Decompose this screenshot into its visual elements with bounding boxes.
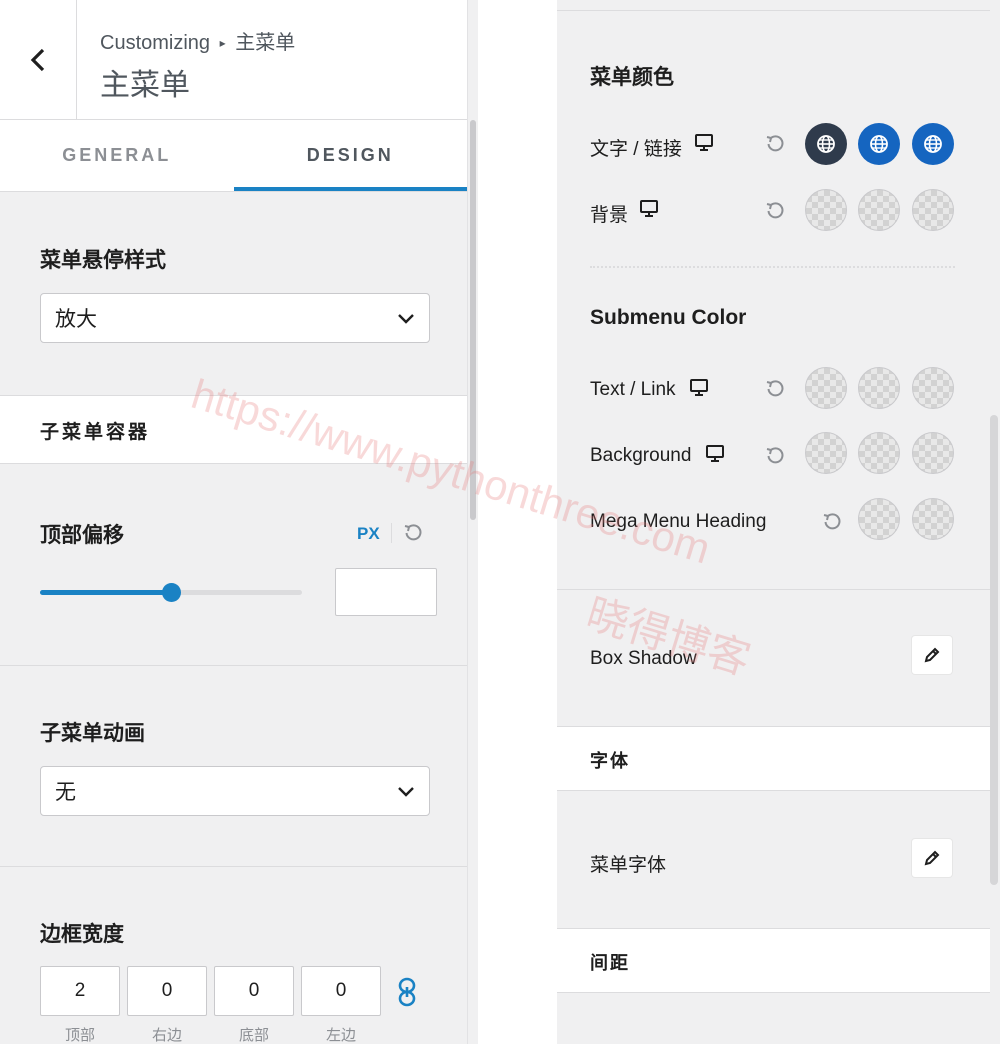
border-top-input[interactable]: 2: [40, 966, 120, 1016]
submenu-color-heading: Submenu Color: [590, 306, 747, 329]
left-scrollbar-thumb[interactable]: [470, 120, 476, 520]
desktop-icon[interactable]: [694, 133, 714, 153]
reset-icon[interactable]: [403, 523, 423, 543]
border-bottom-input[interactable]: 0: [214, 966, 294, 1016]
submenu-background-color-hover[interactable]: [858, 432, 900, 474]
breadcrumb: Customizing ▸ 主菜单: [100, 26, 295, 55]
border-bottom-caption: 底部: [238, 1027, 269, 1044]
border-left-caption: 左边: [325, 1027, 356, 1044]
text-link-color-hover[interactable]: [858, 123, 900, 165]
submenu-container-label: 子菜单容器: [40, 422, 151, 443]
breadcrumb-current: 主菜单: [235, 32, 296, 54]
pencil-icon: [924, 647, 940, 663]
right-scrollbar-thumb[interactable]: [990, 415, 998, 885]
desktop-icon[interactable]: [639, 199, 659, 219]
submenu-text-color-active[interactable]: [912, 367, 954, 409]
hover-style-value: 放大: [55, 308, 97, 331]
menu-font-edit-button[interactable]: [912, 839, 952, 877]
desktop-icon[interactable]: [705, 444, 725, 464]
slider-fill: [40, 590, 171, 595]
menu-font-label: 菜单字体: [590, 855, 667, 876]
reset-icon[interactable]: [765, 379, 785, 399]
chevron-down-icon: [398, 314, 414, 324]
divider: [0, 866, 467, 867]
link-icon[interactable]: [397, 977, 417, 1007]
mega-menu-color-hover[interactable]: [912, 498, 954, 540]
background-color-active[interactable]: [912, 189, 954, 231]
border-right-input[interactable]: 0: [127, 966, 207, 1016]
pencil-icon: [924, 850, 940, 866]
tab-design[interactable]: DESIGN: [233, 120, 467, 191]
tab-bar: GENERAL DESIGN: [0, 120, 467, 192]
border-width-label: 边框宽度: [40, 923, 124, 946]
hover-style-label: 菜单悬停样式: [40, 249, 166, 272]
top-offset-input[interactable]: [335, 568, 437, 616]
chevron-down-icon: [398, 787, 414, 797]
submenu-container-section[interactable]: 子菜单容器: [0, 395, 467, 464]
customizer-left-panel: Customizing ▸ 主菜单 主菜单 GENERAL DESIGN 菜单悬…: [0, 0, 478, 1044]
submenu-background-label: Background: [590, 445, 692, 466]
box-shadow-label: Box Shadow: [590, 648, 697, 669]
globe-icon: [870, 135, 888, 153]
tab-general[interactable]: GENERAL: [0, 120, 234, 191]
spacing-section-label: 间距: [590, 953, 630, 973]
submenu-text-link-label: Text / Link: [590, 379, 676, 400]
chevron-left-icon: [30, 48, 45, 72]
reset-icon[interactable]: [765, 134, 785, 154]
border-right-caption: 右边: [151, 1027, 182, 1044]
unit-px[interactable]: PX: [357, 524, 380, 544]
font-section[interactable]: 字体: [557, 726, 990, 791]
top-offset-label: 顶部偏移: [40, 524, 124, 547]
text-link-color-active[interactable]: [912, 123, 954, 165]
text-link-label: 文字 / 链接: [590, 139, 682, 160]
submenu-animation-value: 无: [55, 781, 76, 804]
reset-icon[interactable]: [765, 201, 785, 221]
submenu-background-color-active[interactable]: [912, 432, 954, 474]
breadcrumb-root: Customizing: [100, 32, 211, 54]
spacing-section[interactable]: 间距: [557, 928, 990, 993]
divider: [557, 10, 990, 11]
reset-icon[interactable]: [822, 512, 842, 532]
submenu-text-color-normal[interactable]: [805, 367, 847, 409]
top-offset-slider[interactable]: [40, 583, 302, 602]
border-top-caption: 顶部: [64, 1027, 95, 1044]
reset-icon[interactable]: [765, 446, 785, 466]
breadcrumb-arrow: ▸: [219, 36, 226, 50]
submenu-animation-select[interactable]: 无: [40, 766, 430, 816]
text-link-color-normal[interactable]: [805, 123, 847, 165]
submenu-text-color-hover[interactable]: [858, 367, 900, 409]
mega-menu-heading-label: Mega Menu Heading: [590, 511, 767, 532]
globe-icon: [817, 135, 835, 153]
divider: [557, 589, 990, 590]
submenu-background-color-normal[interactable]: [805, 432, 847, 474]
back-button[interactable]: [0, 0, 77, 120]
mega-menu-color-normal[interactable]: [858, 498, 900, 540]
menu-color-heading: 菜单颜色: [590, 66, 674, 89]
box-shadow-edit-button[interactable]: [912, 636, 952, 674]
hover-style-select[interactable]: 放大: [40, 293, 430, 343]
background-color-normal[interactable]: [805, 189, 847, 231]
border-left-input[interactable]: 0: [301, 966, 381, 1016]
desktop-icon[interactable]: [689, 378, 709, 398]
dotted-divider: [590, 266, 955, 268]
unit-divider: [391, 523, 392, 543]
page-title: 主菜单: [100, 69, 190, 102]
background-color-hover[interactable]: [858, 189, 900, 231]
customizer-header: Customizing ▸ 主菜单 主菜单: [0, 0, 467, 120]
background-label: 背景: [590, 205, 629, 226]
slider-handle[interactable]: [162, 583, 181, 602]
divider: [0, 665, 467, 666]
submenu-animation-label: 子菜单动画: [40, 722, 145, 745]
globe-icon: [924, 135, 942, 153]
font-section-label: 字体: [590, 751, 630, 771]
